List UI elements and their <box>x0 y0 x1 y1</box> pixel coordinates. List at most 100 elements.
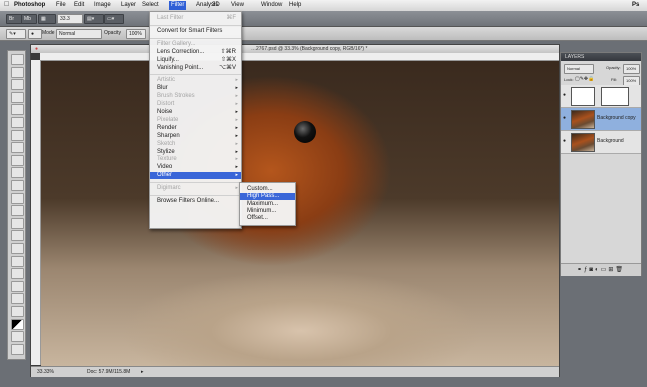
layer-row[interactable]: ● <box>561 85 641 108</box>
menu-item-offset[interactable]: Offset... <box>240 215 295 222</box>
zoom-status[interactable]: 33.33% <box>37 367 54 377</box>
menu-item-other[interactable]: Other ▸ <box>150 172 241 180</box>
opacity-field[interactable]: 100% <box>126 29 146 39</box>
doc-info[interactable]: Doc: 57.9M/115.8M <box>87 367 130 377</box>
menu-item-filter-gallery: Filter Gallery... <box>150 41 241 48</box>
zoom-tool-icon[interactable] <box>11 306 24 317</box>
horizontal-ruler[interactable] <box>40 53 559 61</box>
history-tool-icon[interactable] <box>11 167 24 179</box>
document-tab[interactable]: ● …2767.psd @ 33.3% (Background copy, RG… <box>31 45 559 53</box>
menu-item-liquify[interactable]: Liquify... ⇧⌘X <box>150 57 241 64</box>
layer-row[interactable]: ● Background <box>561 131 641 154</box>
menu-item-render[interactable]: Render ▸ <box>150 125 241 132</box>
layer-opacity-field[interactable]: 100% <box>623 64 640 74</box>
3d-orbit-tool-icon[interactable] <box>11 280 24 292</box>
clone-tool-icon[interactable] <box>11 154 24 166</box>
menu-item-label: Other <box>157 172 173 179</box>
brush-size-picker[interactable]: ● <box>28 29 42 39</box>
document-title: …2767.psd @ 33.3% (Background copy, RGB/… <box>251 46 368 52</box>
menu-item-convert-for-smart-filters[interactable]: Convert for Smart Filters <box>150 28 241 35</box>
opacity-label: Opacity: <box>606 65 621 70</box>
menu-item-vanishing-point[interactable]: Vanishing Point... ⌥⌘V <box>150 65 241 72</box>
menu-view[interactable]: View <box>231 2 244 8</box>
lock-icons[interactable]: ▢✎✥🔒 <box>575 76 594 82</box>
menu-3d[interactable]: 3D <box>212 2 220 8</box>
screen-mode-tool-icon[interactable] <box>11 343 24 355</box>
menu-item-texture: Texture ▸ <box>150 156 241 163</box>
lasso-tool-icon[interactable] <box>11 79 24 91</box>
menu-item-video[interactable]: Video ▸ <box>150 164 241 171</box>
layers-panel-tab[interactable]: LAYERS <box>561 53 641 61</box>
lock-label: Lock: <box>564 77 574 82</box>
menu-separator <box>150 195 241 196</box>
marquee-tool-icon[interactable] <box>11 66 24 78</box>
tool-preset-picker[interactable]: ✎▾ <box>6 29 26 39</box>
layer-row[interactable]: ● Background copy <box>561 108 641 131</box>
menu-filter[interactable]: Filter <box>169 1 187 10</box>
menu-select[interactable]: Select <box>142 2 159 8</box>
status-arrow-icon[interactable]: ▸ <box>141 367 144 377</box>
bridge-button[interactable]: Br <box>6 14 22 24</box>
minibridge-button[interactable]: Mb <box>21 14 37 24</box>
grid-icon: ▦ <box>41 16 46 22</box>
mode-dropdown[interactable]: Normal <box>56 29 102 39</box>
menu-item-stylize[interactable]: Stylize ▸ <box>150 149 241 156</box>
menu-item-blur[interactable]: Blur ▸ <box>150 85 241 92</box>
link-layers-icon[interactable]: ⚭ <box>577 267 584 273</box>
pen-tool-icon[interactable] <box>11 217 24 229</box>
eyedropper-tool-icon[interactable] <box>11 117 24 128</box>
gradient-tool-icon[interactable] <box>11 192 24 204</box>
menu-item-noise[interactable]: Noise ▸ <box>150 109 241 116</box>
screen-mode-button[interactable]: ▭▾ <box>104 14 124 24</box>
quick-select-tool-icon[interactable] <box>11 91 24 103</box>
trash-icon[interactable]: 🗑 <box>615 267 625 273</box>
path-select-tool-icon[interactable] <box>11 243 24 254</box>
menu-image[interactable]: Image <box>94 2 111 8</box>
move-tool-icon[interactable] <box>11 54 24 65</box>
menu-item-label: Sharpen <box>157 132 180 139</box>
menu-item-distort: Distort ▸ <box>150 101 241 108</box>
3d-rotate-tool-icon[interactable] <box>11 268 24 280</box>
menu-item-label: Liquify... <box>157 56 179 63</box>
menu-item-browse-filters-online[interactable]: Browse Filters Online... <box>150 198 241 205</box>
quick-mask-tool-icon[interactable] <box>11 331 24 343</box>
menu-help[interactable]: Help <box>289 2 301 8</box>
menu-item-label: Vanishing Point... <box>157 64 204 71</box>
spot-heal-tool-icon[interactable] <box>11 129 24 141</box>
vertical-ruler[interactable] <box>31 60 41 365</box>
menu-window[interactable]: Window <box>261 2 282 8</box>
shape-tool-icon[interactable] <box>11 255 24 267</box>
menu-item-label: Last Filter <box>157 15 184 21</box>
arrange-documents-button[interactable]: ▤▾ <box>84 14 104 24</box>
blend-mode-dropdown[interactable]: Normal <box>564 64 594 74</box>
ps-status-icon[interactable]: Ps <box>632 2 639 8</box>
type-tool-icon[interactable] <box>11 230 24 242</box>
fill-label: Fill: <box>611 77 618 82</box>
visibility-eye-icon[interactable]: ● <box>563 115 566 121</box>
crop-tool-icon[interactable] <box>11 104 24 116</box>
zoom-level-dropdown[interactable]: 33.3 <box>57 14 83 24</box>
canvas-image[interactable] <box>41 61 559 366</box>
submenu-arrow-icon: ▸ <box>235 185 238 192</box>
hand-tool-icon[interactable] <box>11 293 24 305</box>
menu-item-maximum[interactable]: Maximum... <box>240 201 295 208</box>
menu-item-custom[interactable]: Custom... <box>240 186 295 193</box>
menu-item-minimum[interactable]: Minimum... <box>240 208 295 215</box>
menu-edit[interactable]: Edit <box>74 2 84 8</box>
view-extras-button[interactable]: ▦ <box>38 14 56 24</box>
fg-bg-tool-icon[interactable] <box>11 318 24 330</box>
dodge-tool-icon[interactable] <box>11 205 24 217</box>
menu-file[interactable]: File <box>56 2 66 8</box>
menu-layer[interactable]: Layer <box>121 2 136 8</box>
menu-item-lens-correction[interactable]: Lens Correction... ⇧⌘R <box>150 49 241 56</box>
apple-menu-icon[interactable]:  <box>4 1 9 8</box>
close-icon[interactable]: ● <box>35 45 38 53</box>
layer-thumbnail <box>571 87 595 106</box>
photoshop-app-menu[interactable]: Photoshop <box>14 2 45 8</box>
visibility-eye-icon[interactable]: ● <box>563 138 566 144</box>
brush-tool-icon[interactable] <box>11 142 24 154</box>
menu-item-high-pass[interactable]: High Pass... <box>240 193 295 201</box>
visibility-eye-icon[interactable]: ● <box>563 92 566 98</box>
eraser-tool-icon[interactable] <box>11 180 24 191</box>
menu-item-sharpen[interactable]: Sharpen ▸ <box>150 133 241 140</box>
